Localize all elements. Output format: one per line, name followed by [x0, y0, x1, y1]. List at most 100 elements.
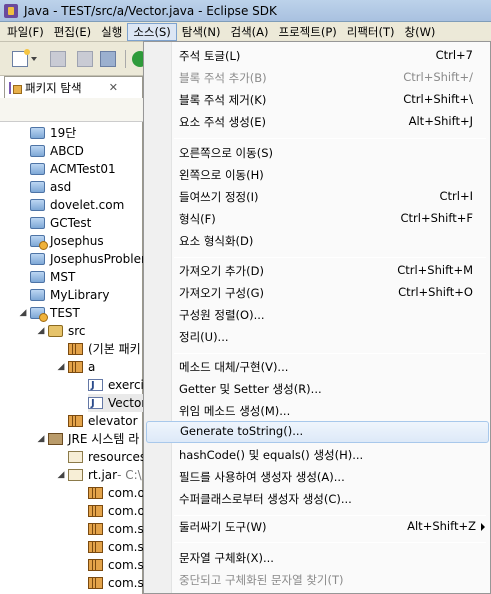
- tree-item[interactable]: (기본 패키: [68, 340, 141, 358]
- tree-item[interactable]: elevator: [68, 412, 138, 430]
- java-file-icon: [88, 395, 103, 413]
- folder-icon: [30, 217, 45, 229]
- tree-item[interactable]: TEST: [30, 304, 80, 322]
- eclipse-app-icon: [4, 3, 18, 18]
- tree-item[interactable]: src: [48, 322, 86, 340]
- package-icon: [88, 541, 103, 553]
- tree-item[interactable]: GCTest: [30, 214, 91, 232]
- menu-item-override-implement-methods[interactable]: 메소드 대체/구현(V)...: [144, 356, 490, 378]
- menu-item-find-broken-externalized-strings[interactable]: 중단되고 구체화된 문자열 찾기(T): [144, 569, 490, 591]
- menu-item-sort-members[interactable]: 구성원 정렬(O)...: [144, 304, 490, 326]
- new-icon[interactable]: [12, 49, 30, 67]
- tree-item-selected[interactable]: Vector: [88, 394, 146, 413]
- menu-item-generate-hashcode-equals[interactable]: hashCode() 및 equals() 생성(H)...: [144, 444, 490, 466]
- tree-item[interactable]: com.o: [88, 484, 145, 502]
- tree-item[interactable]: exercis: [88, 376, 150, 395]
- save-icon[interactable]: [50, 51, 66, 67]
- expand-icon[interactable]: ◢: [18, 308, 28, 318]
- menu-item-organize-imports[interactable]: 가져오기 구성(G) Ctrl+Shift+O: [144, 282, 490, 304]
- menu-separator: [174, 542, 486, 543]
- folder-icon: [30, 199, 45, 211]
- menu-window[interactable]: 창(W): [400, 23, 441, 41]
- tree-item[interactable]: com.su: [88, 520, 151, 538]
- menu-item-format[interactable]: 형식(F) Ctrl+Shift+F: [144, 208, 490, 230]
- tree-item[interactable]: com.su: [88, 574, 151, 592]
- tree-item[interactable]: JosephusProblem: [30, 250, 153, 268]
- menu-item-toggle-comment[interactable]: 주석 토글(L) Ctrl+7: [144, 45, 490, 67]
- menu-item-generate-element-comment[interactable]: 요소 주석 생성(E) Alt+Shift+J: [144, 111, 490, 133]
- menu-item-generate-getters-setters[interactable]: Getter 및 Setter 생성(R)...: [144, 378, 490, 400]
- tree-item[interactable]: com.su: [88, 556, 151, 574]
- menu-file[interactable]: 파일(F): [2, 23, 49, 41]
- tree-item[interactable]: ABCD: [30, 142, 84, 160]
- menu-run[interactable]: 실행: [96, 23, 127, 41]
- menu-item-remove-block-comment[interactable]: 블록 주석 제거(K) Ctrl+Shift+\: [144, 89, 490, 111]
- menu-refactor[interactable]: 리팩터(T): [342, 23, 400, 41]
- package-explorer-panel: 패키지 탐색 ✕ 19단 ABCD ACMTest01 asd dovelet.…: [0, 76, 156, 594]
- source-folder-icon: [48, 325, 63, 337]
- menu-item-clean-up[interactable]: 정리(U)...: [144, 326, 490, 348]
- menu-item-surround-with[interactable]: 둘러싸기 도구(W) Alt+Shift+Z: [144, 516, 490, 538]
- menu-navigate[interactable]: 탐색(N): [177, 23, 226, 41]
- folder-icon: [30, 163, 45, 175]
- tree-item[interactable]: com.o: [88, 502, 145, 520]
- tree-item[interactable]: 19단: [30, 124, 76, 142]
- menu-item-generate-tostring[interactable]: Generate toString()...: [146, 421, 489, 443]
- menu-edit[interactable]: 편집(E): [49, 23, 96, 41]
- chevron-down-icon[interactable]: [31, 51, 38, 67]
- close-icon[interactable]: ✕: [109, 81, 118, 94]
- menu-item-add-block-comment[interactable]: 블록 주석 추가(B) Ctrl+Shift+/: [144, 67, 490, 89]
- tree-item[interactable]: com.su: [88, 538, 151, 556]
- tree-item[interactable]: a: [68, 358, 95, 376]
- tree-item[interactable]: ACMTest01: [30, 160, 116, 178]
- menu-item-generate-constructors-superclass[interactable]: 수퍼클래스로부터 생성자 생성(C)...: [144, 488, 490, 510]
- tree-item[interactable]: Josephus: [30, 232, 104, 250]
- package-icon: [88, 559, 103, 571]
- title-bar: Java - TEST/src/a/Vector.java - Eclipse …: [0, 0, 491, 22]
- package-explorer-icon: [9, 81, 22, 94]
- tree-item[interactable]: JRE 시스템 라: [48, 430, 139, 448]
- package-icon: [88, 577, 103, 589]
- project-icon: [30, 307, 48, 322]
- menu-item-generate-constructor-fields[interactable]: 필드를 사용하여 생성자 생성(A)...: [144, 466, 490, 488]
- toolbar-separator: [125, 50, 126, 68]
- print-icon[interactable]: [100, 51, 116, 67]
- expand-icon[interactable]: ◢: [36, 434, 46, 444]
- tree-item[interactable]: MyLibrary: [30, 286, 109, 304]
- folder-icon: [30, 181, 45, 193]
- menu-search[interactable]: 검색(A): [226, 23, 274, 41]
- menu-item-correct-indentation[interactable]: 들여쓰기 정정(I) Ctrl+I: [144, 186, 490, 208]
- menu-item-externalize-strings[interactable]: 문자열 구체화(X)...: [144, 547, 490, 569]
- tab-package-explorer[interactable]: 패키지 탐색 ✕: [4, 76, 143, 98]
- expand-icon[interactable]: ◢: [56, 470, 66, 480]
- menu-item-generate-delegate-methods[interactable]: 위임 메소드 생성(M)...: [144, 400, 490, 422]
- project-icon: [30, 235, 48, 250]
- menu-item-shift-left[interactable]: 왼쪽으로 이동(H): [144, 164, 490, 186]
- folder-icon: [30, 289, 45, 301]
- folder-icon: [30, 145, 45, 157]
- jar-icon: [68, 451, 83, 463]
- submenu-arrow-icon: [481, 523, 485, 531]
- menu-source[interactable]: 소스(S): [127, 22, 177, 41]
- save-all-icon[interactable]: [77, 51, 93, 67]
- menu-item-format-element[interactable]: 요소 형식화(D): [144, 230, 490, 252]
- package-icon: [68, 361, 83, 373]
- window-title: Java - TEST/src/a/Vector.java - Eclipse …: [24, 3, 277, 18]
- explorer-toolbar: [0, 98, 143, 122]
- menu-bar: 파일(F) 편집(E) 실행 소스(S) 탐색(N) 검색(A) 프로젝트(P)…: [0, 22, 491, 42]
- package-icon: [88, 523, 103, 535]
- expand-icon[interactable]: ◢: [56, 362, 66, 372]
- library-icon: [48, 433, 63, 445]
- tree-item[interactable]: asd: [30, 178, 71, 196]
- jar-icon: [68, 469, 83, 481]
- menu-item-add-import[interactable]: 가져오기 추가(D) Ctrl+Shift+M: [144, 260, 490, 282]
- expand-icon[interactable]: ◢: [36, 326, 46, 336]
- package-icon: [68, 343, 83, 355]
- folder-icon: [30, 127, 45, 139]
- tree-item[interactable]: MST: [30, 268, 75, 286]
- menu-project[interactable]: 프로젝트(P): [274, 23, 342, 41]
- tree-item[interactable]: dovelet.com: [30, 196, 124, 214]
- tree-item[interactable]: rt.jar - C:\: [68, 466, 142, 484]
- menu-separator: [174, 257, 486, 258]
- menu-item-shift-right[interactable]: 오른쪽으로 이동(S): [144, 142, 490, 164]
